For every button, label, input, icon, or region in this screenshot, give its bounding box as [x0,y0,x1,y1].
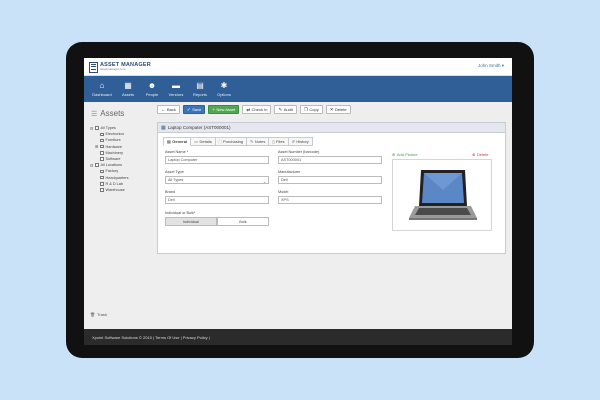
individual-bulk-toggle: Individual Bulk [165,217,269,226]
logo-subtitle: assetmanager.com [100,67,126,72]
check-in-icon: ⇄ [246,106,251,112]
trash-link[interactable]: 🗑 Trash [90,312,107,317]
add-picture-button[interactable]: ⊕ Add Picture [392,152,418,157]
tab-history[interactable]: ↺ History [288,137,313,146]
tab-notes[interactable]: ✎ Notes [247,137,270,146]
sidebar-title: ☰ Assets [91,109,125,118]
model-label: Model [278,190,289,194]
list-icon: ☰ [91,110,98,118]
plus-circle-icon: ⊕ [392,152,396,157]
app-screen: ASSET MANAGER assetmanager.com John Smit… [84,58,512,345]
nav-assets[interactable]: ▦ Assets [116,76,140,102]
tree-checkbox[interactable] [100,144,104,149]
checkmark-icon: ✓ [186,106,191,112]
nav-dashboard[interactable]: ⌂ Dashboard [88,76,116,102]
brand-label: Brand [165,190,176,194]
tree-checkbox[interactable] [100,182,104,186]
panel-header: ▦ Laptop Computer (AST000001) [158,123,505,133]
tree-checkbox[interactable] [100,157,104,161]
asset-name-input[interactable]: Laptop Computer [165,156,269,164]
back-arrow-icon: ← [161,107,166,112]
copy-icon: ❐ [303,106,308,112]
manufacturer-label: Manufacturer [278,170,301,174]
asset-name-label: Asset Name * [165,150,189,154]
top-bar: ASSET MANAGER assetmanager.com John Smit… [84,58,512,76]
nav-vendors[interactable]: ▬ Vendors [164,76,188,102]
trash-icon: 🗑 [90,312,96,317]
logo-icon [89,61,98,73]
asset-number-input[interactable]: AST000001 [278,156,382,164]
info-icon: ▤ [167,139,171,144]
cart-icon: ⛶ [218,139,222,144]
delete-circle-icon: ⊗ [472,152,476,157]
new-asset-button[interactable]: + New Asset [208,105,240,114]
model-input[interactable]: XPS [278,196,382,204]
check-in-button[interactable]: ⇄ Check In [242,105,272,114]
file-icon: ▯ [272,139,275,144]
trash-icon: ✕ [329,106,334,112]
assets-icon: ▦ [124,81,132,90]
tab-bar: ▤ General ▭ Details ⛶ Purchasing ✎ Notes… [163,137,313,146]
gear-icon: ✱ [220,81,228,90]
asset-icon: ▦ [161,124,166,131]
audit-button[interactable]: ✎ Audit [274,105,297,114]
main-nav: ⌂ Dashboard ▦ Assets ☻ People ▬ Vendors … [84,76,512,102]
tab-files[interactable]: ▯ Files [269,137,289,146]
tree-checkbox[interactable] [100,151,104,155]
asset-tree: ⊟ All Types Electronics Furniture ⊞ Hard… [90,125,129,193]
audit-icon: ✎ [278,106,283,112]
back-button[interactable]: ← Back [157,105,180,114]
panel-title: Laptop Computer (AST000001) [167,125,231,130]
nav-people[interactable]: ☻ People [140,76,164,102]
tree-checkbox[interactable] [100,132,104,137]
home-icon: ⌂ [99,81,105,90]
tree-checkbox[interactable] [100,175,104,180]
people-icon: ☻ [147,81,157,90]
details-icon: ▭ [194,139,198,144]
app-logo[interactable]: ASSET MANAGER assetmanager.com [89,61,151,73]
copy-button[interactable]: ❐ Copy [299,105,323,114]
asset-panel: ▦ Laptop Computer (AST000001) ▤ General … [157,122,506,254]
tree-item-warehouse[interactable]: Warehouse [90,187,129,193]
brand-input[interactable]: Dell [165,196,269,204]
individual-option[interactable]: Individual [165,217,217,226]
nav-reports[interactable]: ▤ Reports [188,76,212,102]
truck-icon: ▬ [172,81,180,90]
user-menu[interactable]: John Smith ▾ [478,63,504,69]
tree-checkbox[interactable] [100,169,104,174]
history-icon: ↺ [291,139,295,144]
plus-icon: + [212,107,215,112]
tree-checkbox[interactable] [100,138,104,143]
delete-picture-button[interactable]: ⊗ Delete [472,152,488,157]
delete-button[interactable]: ✕ Delete [325,105,351,114]
tab-general[interactable]: ▤ General [163,137,192,146]
tree-checkbox[interactable] [95,163,99,167]
chevron-down-icon: ⌄ [262,179,266,184]
tree-checkbox[interactable] [95,126,99,130]
asset-picture [392,159,492,231]
asset-number-label: Asset Number (barcode) [278,150,320,154]
bulk-option[interactable]: Bulk [217,217,269,226]
tab-details[interactable]: ▭ Details [191,137,216,146]
reports-icon: ▤ [196,81,204,90]
save-button[interactable]: ✓ Save [182,105,206,114]
manufacturer-input[interactable]: Dell [278,176,382,184]
asset-type-select[interactable]: All Types ⌄ [165,176,269,184]
toolbar: ← Back ✓ Save + New Asset ⇄ Check In ✎ A… [157,105,351,115]
individual-bulk-label: Individual or Bulk* [165,211,196,215]
footer: Xpoint Software Solutions © 2015 | Terms… [84,329,512,345]
laptop-image [409,170,477,220]
tree-checkbox[interactable] [100,188,104,192]
note-icon: ✎ [250,139,254,144]
asset-type-label: Asset Type [165,170,184,174]
tab-purchasing[interactable]: ⛶ Purchasing [215,137,248,146]
nav-options[interactable]: ✱ Options [212,76,236,102]
sidebar: ☰ Assets ⊟ All Types Electronics Furnitu… [84,102,151,329]
